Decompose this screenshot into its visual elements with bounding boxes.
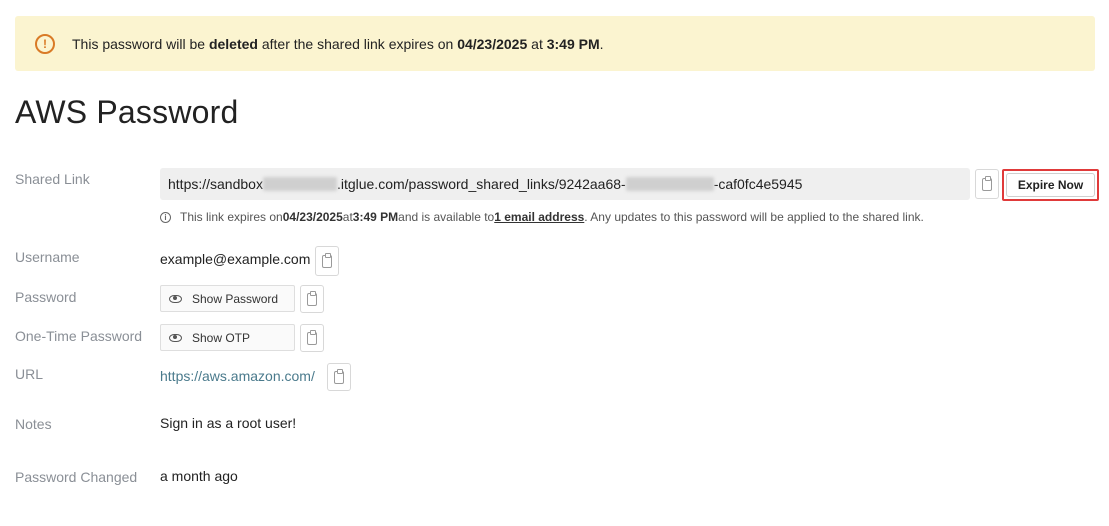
shared-link-label: Shared Link xyxy=(15,171,90,187)
password-label: Password xyxy=(15,289,77,305)
email-recipients-link[interactable]: 1 email address xyxy=(494,210,584,224)
shared-link-url-end: -caf0fc4e5945 xyxy=(713,176,803,192)
clipboard-icon xyxy=(334,368,344,384)
username-label: Username xyxy=(15,249,80,265)
notes-value: Sign in as a root user! xyxy=(160,415,297,431)
password-changed-label: Password Changed xyxy=(15,469,138,485)
url-label: URL xyxy=(15,366,44,382)
info-icon: i xyxy=(160,211,171,223)
eye-icon xyxy=(169,333,182,342)
clipboard-icon xyxy=(307,290,317,306)
copy-otp-button[interactable] xyxy=(300,324,324,352)
shared-link-url-start: https://sandbox xyxy=(168,176,263,192)
notes-label: Notes xyxy=(15,416,52,432)
copy-password-button[interactable] xyxy=(300,285,324,313)
otp-label: One-Time Password xyxy=(15,328,143,344)
link-expiry-info: i This link expires on 04/23/2025 at 3:4… xyxy=(160,210,924,224)
copy-shared-link-button[interactable] xyxy=(975,169,999,199)
url-link[interactable]: https://aws.amazon.com/ xyxy=(160,368,315,384)
clipboard-icon xyxy=(982,175,992,191)
expire-now-button[interactable]: Expire Now xyxy=(1006,173,1095,197)
redacted-segment xyxy=(625,177,714,191)
copy-url-button[interactable] xyxy=(327,363,351,391)
show-otp-button[interactable]: Show OTP xyxy=(160,324,295,351)
clipboard-icon xyxy=(307,329,317,345)
redacted-segment xyxy=(262,177,337,191)
username-value: example@example.com xyxy=(160,251,311,267)
shared-link-url-middle: .itglue.com/password_shared_links/9242aa… xyxy=(336,176,626,192)
show-password-button[interactable]: Show Password xyxy=(160,285,295,312)
password-changed-value: a month ago xyxy=(160,468,238,484)
clipboard-icon xyxy=(322,252,332,268)
expiry-warning-banner: ! This password will be deleted after th… xyxy=(15,16,1095,71)
banner-text: This password will be deleted after the … xyxy=(72,35,604,52)
page-title: AWS Password xyxy=(15,94,239,130)
eye-icon xyxy=(169,294,182,303)
warning-circle-icon: ! xyxy=(35,33,55,54)
copy-username-button[interactable] xyxy=(315,246,339,276)
shared-link-field[interactable]: https://sandbox .itglue.com/password_sha… xyxy=(160,168,970,200)
url-value: https://aws.amazon.com/ xyxy=(160,368,315,384)
